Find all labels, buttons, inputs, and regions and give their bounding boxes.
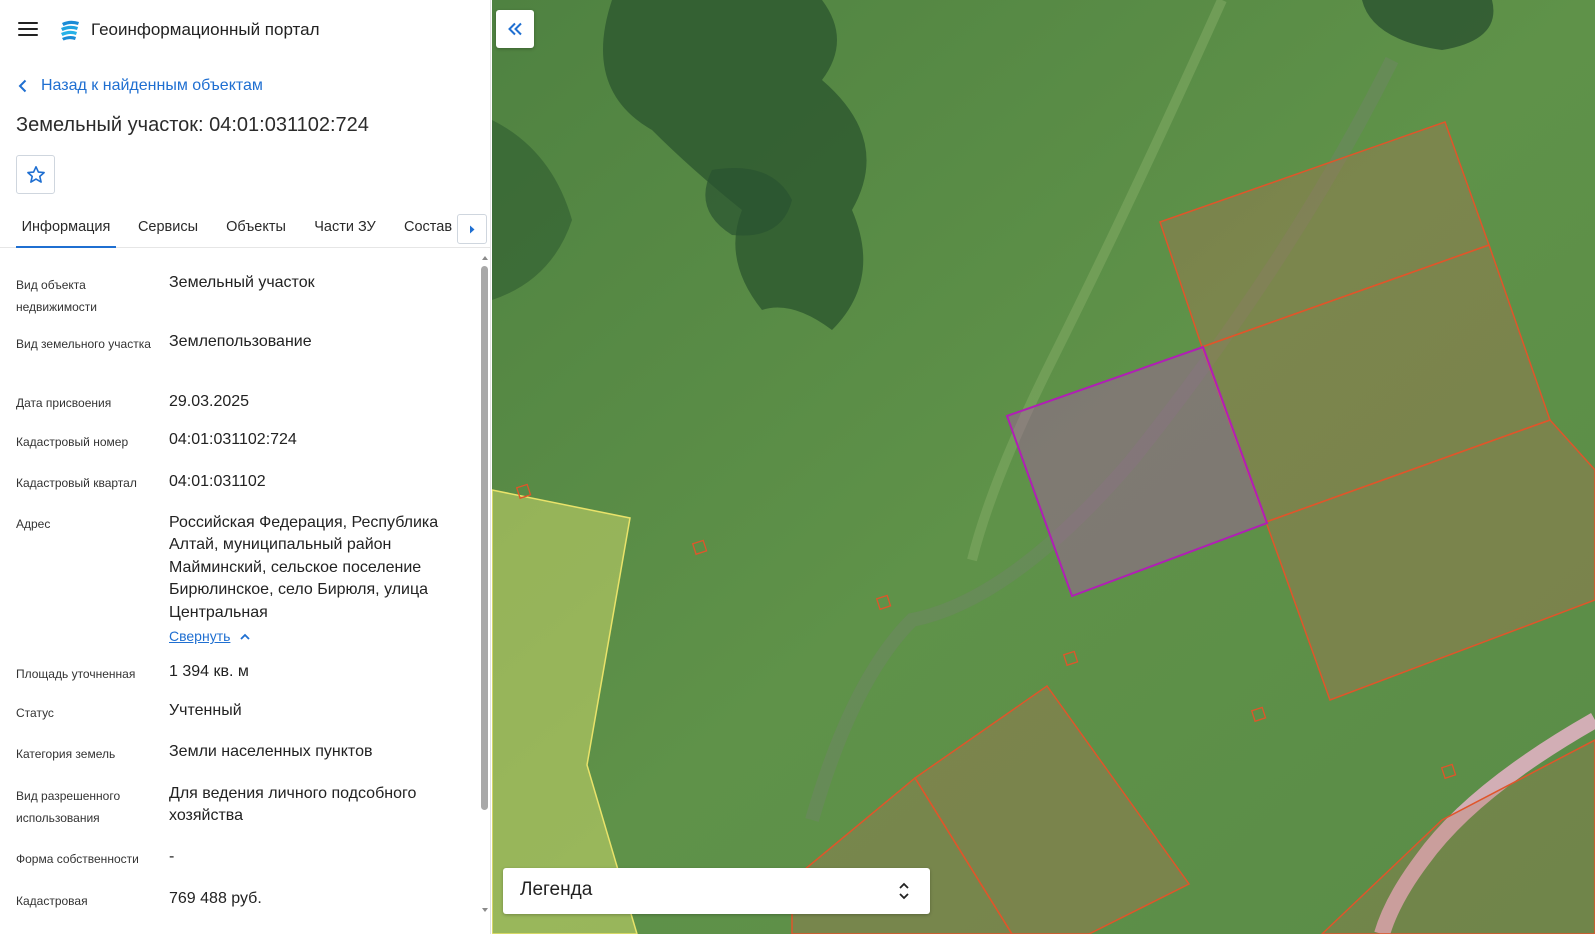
double-chevron-left-icon — [508, 22, 522, 36]
back-to-results-link[interactable]: Назад к найденным объектам — [18, 75, 263, 97]
tab-composition[interactable]: Состав — [400, 208, 456, 248]
collapse-label: Свернуть — [169, 628, 231, 645]
info-label: Дата присвоения — [16, 396, 112, 410]
app-title: Геоинформационный портал — [91, 20, 320, 39]
chevron-up-icon — [240, 633, 251, 640]
back-link-label: Назад к найденным объектам — [41, 77, 263, 94]
info-label: Кадастровая — [16, 894, 88, 908]
info-value: Для ведения личного подсобного хозяйства — [169, 785, 417, 825]
object-tabs: Информация Сервисы Объекты Части ЗУ Сост… — [0, 208, 490, 248]
info-label: Вид объекта недвижимости — [16, 278, 97, 314]
info-label: Кадастровый номер — [16, 435, 129, 449]
info-label: Категория земель — [16, 747, 116, 761]
collapse-panel-button[interactable] — [496, 10, 534, 48]
info-value: 769 488 руб. — [169, 890, 262, 907]
info-value: 04:01:031102 — [169, 473, 266, 490]
info-value: Земельный участок — [169, 274, 315, 291]
address-value-block: Российская Федерация, Республика Алтай, … — [169, 512, 464, 648]
legend-label: Легенда — [520, 879, 593, 900]
info-label: Форма собственности — [16, 852, 139, 866]
info-scrollbar[interactable] — [479, 252, 490, 934]
legend-panel[interactable]: Легенда — [503, 868, 930, 914]
tabs-scroll-right-button[interactable] — [457, 214, 487, 244]
tab-objects[interactable]: Объекты — [221, 208, 291, 248]
info-label: Площадь уточненная — [16, 667, 136, 681]
object-info-panel: Геоинформационный портал Назад к найденн… — [0, 0, 491, 934]
map-view[interactable]: Легенда — [492, 0, 1595, 934]
info-value: Землепользование — [169, 333, 312, 350]
info-value: 04:01:031102:724 — [169, 431, 297, 448]
collapse-address-link[interactable]: Свернуть — [169, 625, 251, 647]
hamburger-menu-icon[interactable] — [18, 21, 38, 37]
info-value: 29.03.2025 — [169, 393, 250, 410]
info-label: Вид разрешенного использования — [16, 789, 121, 825]
caret-right-icon — [470, 225, 475, 233]
info-value: 1 394 кв. м — [169, 663, 249, 680]
chevron-left-icon — [18, 79, 27, 93]
star-icon — [26, 165, 45, 183]
favorite-button[interactable] — [16, 155, 55, 194]
tab-information[interactable]: Информация — [16, 208, 116, 248]
satellite-imagery — [492, 0, 1595, 934]
info-list: Вид объекта недвижимости Земельный участ… — [0, 262, 478, 934]
scroll-down-arrow-icon[interactable] — [481, 906, 489, 914]
top-bar: Геоинформационный портал — [0, 0, 490, 60]
info-label: Адрес — [16, 517, 51, 531]
portal-logo-icon — [61, 20, 79, 41]
tab-services[interactable]: Сервисы — [133, 208, 203, 248]
scroll-up-arrow-icon[interactable] — [481, 254, 489, 262]
object-title: Земельный участок: 04:01:031102:724 — [16, 114, 369, 136]
info-value: - — [169, 848, 175, 865]
info-value: Учтенный — [169, 702, 242, 719]
info-label: Вид земельного участка — [16, 337, 151, 351]
chevron-up-down-icon — [899, 882, 909, 900]
info-label: Кадастровый квартал — [16, 476, 137, 490]
tab-parts[interactable]: Части ЗУ — [309, 208, 381, 248]
info-value: Российская Федерация, Республика Алтай, … — [169, 514, 439, 621]
scroll-thumb[interactable] — [481, 266, 488, 810]
info-label: Статус — [16, 706, 54, 720]
info-value: Земли населенных пунктов — [169, 743, 373, 760]
